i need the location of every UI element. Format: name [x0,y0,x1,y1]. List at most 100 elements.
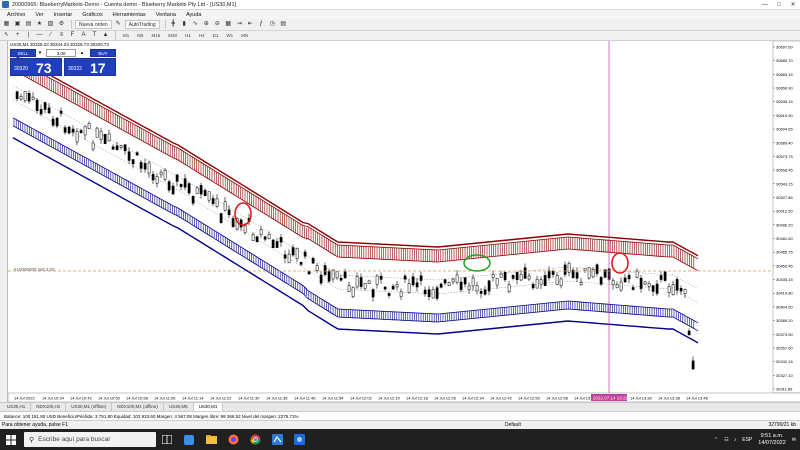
horizontal-line-icon[interactable]: — [35,31,44,40]
autotrading-button[interactable]: AutoTrading [124,20,160,29]
candle-body [271,239,275,249]
lot-stepper-icon[interactable]: ▴ [78,49,86,57]
crosshair-icon[interactable]: + [13,31,22,40]
terminal-icon[interactable]: ▧ [46,20,55,29]
menu-ver[interactable]: Ver [30,12,48,18]
label-icon[interactable]: T [90,31,99,40]
buy-button[interactable]: BUY [90,49,116,57]
candle-body [511,275,515,279]
new-order-button[interactable]: Nueva orden [75,20,112,29]
candle-body [251,234,255,241]
menu-herramientas[interactable]: Herramientas [108,12,151,18]
candle-body [95,127,99,138]
candle-body [119,145,123,148]
sell-button[interactable]: SELL [10,49,36,57]
periods-icon[interactable]: ◷ [268,20,277,29]
timeframe-m1[interactable]: M1 [119,33,133,38]
chrome-icon[interactable] [244,429,266,450]
chart-window[interactable]: #10000000 sell 3.00 30697.50 30680.70 3066… [7,40,800,403]
buy-price-button[interactable]: 30322 17 [64,58,116,76]
menu-ventana[interactable]: Ventana [151,12,181,18]
task-view-icon[interactable] [156,429,178,450]
candle-body [191,195,195,204]
cursor-icon[interactable]: ↖ [2,31,11,40]
menu-ayuda[interactable]: Ayuda [181,12,207,18]
tab-us30-m5[interactable]: US30,M5 [164,403,194,411]
notifications-icon[interactable]: ✉ [792,437,796,443]
timeframe-h4[interactable]: H4 [195,33,209,38]
candle-body [91,142,95,150]
zoom-in-icon[interactable]: ⊕ [202,20,211,29]
chart-shift-icon[interactable]: ⇤ [246,20,255,29]
new-chart-icon[interactable]: ▦ [2,20,11,29]
candle-body [475,285,479,292]
metaeditor-icon[interactable]: ✎ [114,20,123,29]
minimize-button[interactable]: — [758,0,772,10]
taskbar-clock[interactable]: 9:51 a.m. 14/07/2022 [758,433,786,447]
lower-band-outer-line [12,137,699,344]
lot-size-input[interactable]: 3.00 [46,49,76,57]
candle-body [539,279,543,285]
middle-dotted-line-2 [12,99,699,304]
metatrader-icon[interactable] [266,429,288,450]
candle-body [555,275,559,285]
tab-us30-h1[interactable]: US30,H1 [2,403,32,411]
taskbar-search-box[interactable]: ⚲ Escribe aquí para buscar [24,432,156,447]
time-tick-label: 14 Jul 11:30 [238,396,260,401]
vertical-line-icon[interactable]: | [24,31,33,40]
tester-icon[interactable]: ⚙ [57,20,66,29]
navigator-icon[interactable]: ★ [35,20,44,29]
tray-chevron-icon[interactable]: ⌃ [714,437,718,443]
timeframe-d1[interactable]: D1 [209,33,223,38]
timeframe-m15[interactable]: M15 [148,33,165,38]
windows-start-icon[interactable] [0,429,22,450]
candle-body [187,183,191,194]
templates-icon[interactable]: ▤ [279,20,288,29]
time-tick-label: 14 Jul 12:58 [546,396,569,401]
profiles-icon[interactable]: ▣ [13,20,22,29]
candle-body [255,236,259,243]
candle-body [459,281,463,290]
tab-us30-m1[interactable]: US30,M1 [193,403,224,411]
timeframe-mn[interactable]: MN [237,33,252,38]
channel-icon[interactable]: ≡ [57,31,66,40]
lot-dropdown-icon[interactable]: ▾ [36,49,44,57]
timeframe-h1[interactable]: H1 [181,33,195,38]
menu-graficos[interactable]: Gráficos [77,12,107,18]
close-button[interactable]: ✕ [786,0,800,10]
sell-price-button[interactable]: 30320 73 [10,58,62,76]
wifi-icon[interactable]: ☷ [724,437,728,443]
tab-ndx100-m1-offline[interactable]: NDX100,M1 (offline) [112,403,164,411]
widgets-icon[interactable] [178,429,200,450]
trendline-icon[interactable]: ∕ [46,31,55,40]
candle-body [23,91,27,101]
input-language[interactable]: ESP [742,437,752,443]
bar-chart-icon[interactable]: ╋ [169,20,178,29]
candle-body [263,236,267,240]
text-icon[interactable]: A [79,31,88,40]
photos-icon[interactable] [288,429,310,450]
maximize-button[interactable]: □ [772,0,786,10]
tab-us30-m1-offline[interactable]: US30,M1 (offline) [66,403,113,411]
zoom-out-icon[interactable]: ⊖ [213,20,222,29]
indicators-icon[interactable]: ƒ [257,20,266,29]
volume-icon[interactable]: ♪ [734,437,737,443]
autoscroll-icon[interactable]: ⇥ [235,20,244,29]
timeframe-w1[interactable]: W1 [222,33,237,38]
timeframe-m5[interactable]: M5 [133,33,147,38]
candlestick-icon[interactable]: ▮ [180,20,189,29]
file-explorer-icon[interactable] [200,429,222,450]
candle-body [315,265,319,271]
tab-ndx100-h1[interactable]: NDX100,H1 [31,403,67,411]
time-tick-label: 14 Jul 11:14 [182,396,204,401]
line-chart-icon[interactable]: ∿ [191,20,200,29]
price-chart[interactable]: #10000000 sell 3.00 30697.50 30680.70 3066… [7,40,800,403]
menu-archivo[interactable]: Archivo [2,12,30,18]
market-watch-icon[interactable]: ▤ [24,20,33,29]
arrows-icon[interactable]: ▲ [101,31,110,40]
firefox-icon[interactable] [222,429,244,450]
timeframe-m30[interactable]: M30 [164,33,181,38]
menu-insertar[interactable]: Insertar [49,12,78,18]
tile-windows-icon[interactable]: ▦ [224,20,233,29]
fibonacci-icon[interactable]: F [68,31,77,40]
